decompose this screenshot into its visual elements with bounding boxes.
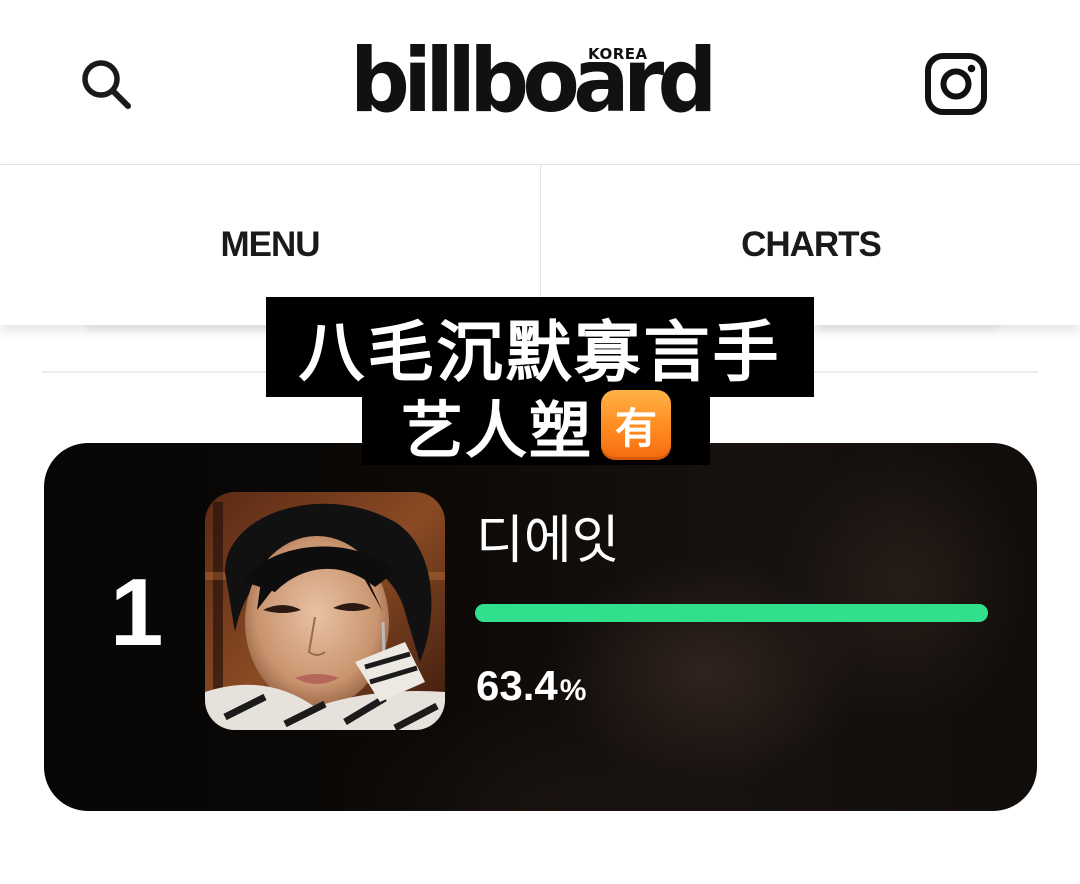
caption-badge: 有 xyxy=(601,390,671,460)
ranking-card[interactable]: 1 디에잇 63.4% xyxy=(44,443,1037,811)
search-icon xyxy=(82,60,131,109)
instagram-button[interactable] xyxy=(924,52,988,116)
vote-progress-bar xyxy=(475,604,988,622)
instagram-icon xyxy=(925,53,987,115)
artist-name: 디에잇 xyxy=(476,511,620,571)
vote-percent: 63.4% xyxy=(476,661,586,721)
search-button[interactable] xyxy=(78,56,134,112)
rank-number: 1 xyxy=(110,559,164,666)
billboard-korea-logo[interactable]: billboard KOREA xyxy=(350,36,717,126)
artist-photo xyxy=(205,492,445,730)
logo-region-label: KOREA xyxy=(586,45,650,63)
vote-percent-value: 63.4 xyxy=(476,662,558,709)
page: billboard KOREA MENU CHARTS 1 디에잇 63.4% … xyxy=(0,0,1080,884)
site-header: billboard KOREA xyxy=(0,0,1080,165)
caption-line-2-text: 艺人塑 xyxy=(400,394,593,467)
logo-wordmark: billboard xyxy=(350,29,717,132)
vote-percent-unit: % xyxy=(559,674,587,707)
caption-line-2: 艺人塑 有 xyxy=(362,385,710,467)
vote-progress-fill xyxy=(475,604,988,622)
